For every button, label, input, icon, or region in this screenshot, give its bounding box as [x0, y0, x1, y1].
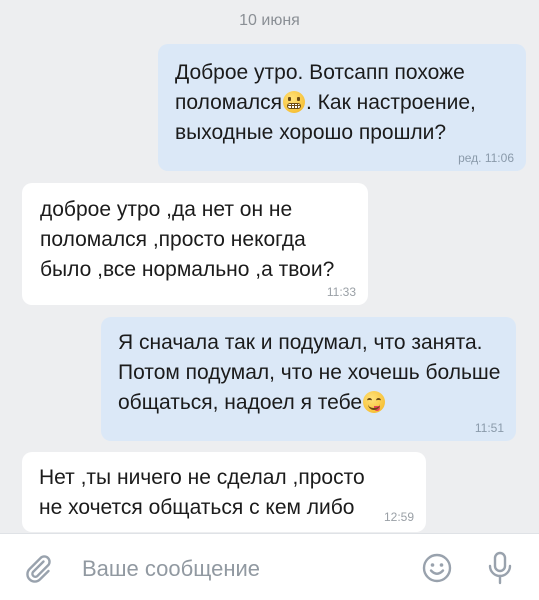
message-text: Доброе утро. Вотсапп похоже поломался. К…	[175, 58, 510, 148]
savoring-face-emoji-icon	[363, 391, 386, 413]
message-text: доброе утро ,да нет он не поломался ,про…	[40, 198, 335, 281]
message-time: 12:59	[383, 510, 414, 524]
smile-icon[interactable]	[421, 552, 453, 584]
message-input[interactable]	[80, 554, 404, 584]
microphone-icon[interactable]	[484, 550, 516, 586]
message-text-part: Я сначала так и подумал, что занята. Пот…	[118, 331, 501, 414]
grimacing-face-emoji-icon	[283, 91, 305, 113]
message-bubble-incoming[interactable]: Нет ,ты ничего не сделал ,просто не хоче…	[22, 452, 426, 532]
message-text: Я сначала так и подумал, что занята. Пот…	[118, 328, 504, 418]
message-time: 11:51	[474, 421, 504, 435]
message-composer	[0, 533, 539, 600]
message-bubble-outgoing[interactable]: Доброе утро. Вотсапп похоже поломался. К…	[158, 44, 526, 171]
message-edited-time: ред. 11:06	[458, 151, 514, 165]
message-list[interactable]: 10 июня Доброе утро. Вотсапп похоже поло…	[0, 0, 539, 533]
message-bubble-incoming[interactable]: доброе утро ,да нет он не поломался ,про…	[22, 183, 368, 305]
paperclip-icon[interactable]	[22, 552, 54, 584]
date-separator: 10 июня	[239, 12, 300, 29]
message-time: 11:33	[326, 285, 356, 299]
message-bubble-outgoing[interactable]: Я сначала так и подумал, что занята. Пот…	[101, 317, 516, 441]
message-text: Нет ,ты ничего не сделал ,просто не хоче…	[39, 466, 365, 519]
